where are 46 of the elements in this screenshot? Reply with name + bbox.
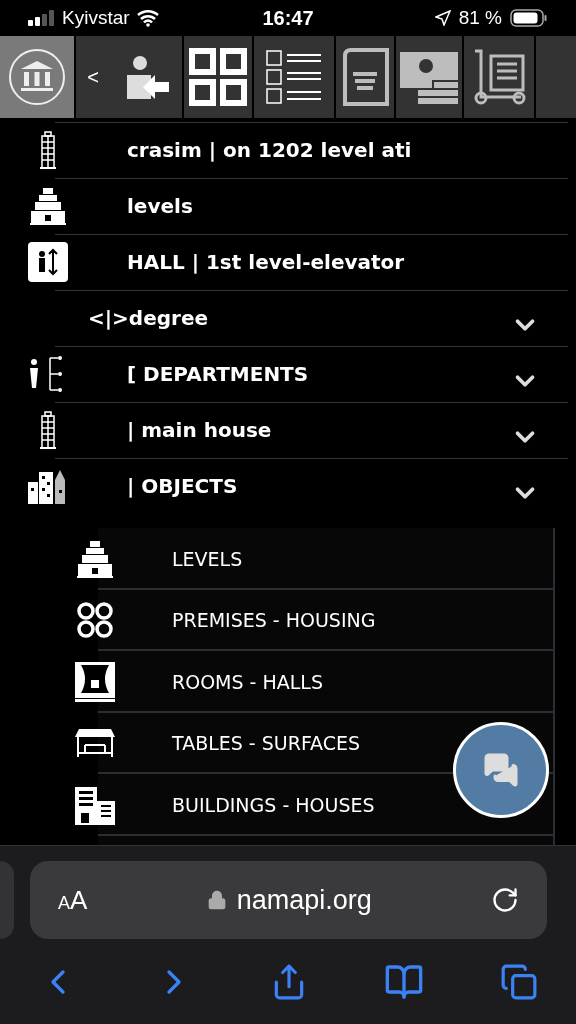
chat-bubbles-icon — [483, 752, 519, 788]
lock-icon — [206, 890, 227, 910]
four-rings-icon — [75, 600, 115, 641]
toolbar-tab[interactable] — [336, 36, 394, 118]
money-icon — [398, 50, 460, 104]
tower-icon — [39, 410, 57, 450]
book-icon — [341, 48, 389, 106]
toolbar-tab[interactable] — [184, 36, 252, 118]
tabs-icon[interactable] — [500, 962, 538, 1001]
menu-item[interactable]: | main house — [127, 418, 272, 442]
carrier-name: Kyivstar — [62, 5, 130, 30]
signal-icon — [28, 10, 56, 26]
office-buildings-icon — [75, 784, 115, 825]
elevator-icon — [28, 242, 68, 282]
toolbar-tab[interactable] — [396, 36, 462, 118]
tiered-building-icon — [75, 538, 115, 579]
url-text: namapi.org — [236, 883, 372, 917]
menu-item[interactable]: levels — [127, 194, 193, 218]
submenu-item[interactable]: TABLES - SURFACES — [172, 729, 361, 758]
stage-curtains-icon — [75, 661, 115, 702]
submenu-item[interactable]: LEVELS — [172, 544, 243, 573]
wifi-icon — [135, 9, 160, 27]
bank-icon — [7, 47, 67, 107]
location-arrow-icon — [434, 10, 451, 26]
tower-icon — [39, 130, 57, 170]
text-size-button[interactable]: AA — [58, 880, 88, 920]
grid-icon — [189, 48, 247, 106]
menu-item[interactable]: [ DEPARTMENTS — [127, 362, 309, 386]
toolbar-tab[interactable] — [254, 36, 334, 118]
menu-item[interactable]: crasim | on 1202 level ati — [127, 138, 412, 162]
menu-item[interactable]: HALL | 1st level-elevator — [127, 250, 405, 274]
toolbar-tab[interactable]: < — [76, 36, 182, 118]
reload-icon[interactable] — [491, 886, 519, 914]
menu-item[interactable]: <|>degree — [88, 306, 208, 330]
clock-time: 16:47 — [261, 6, 315, 31]
submenu-item[interactable]: ROOMS - HALLS — [172, 667, 324, 696]
address-bar[interactable]: AA namapi.org — [30, 861, 547, 939]
toolbar-tab[interactable] — [464, 36, 534, 118]
submenu-item[interactable]: PREMISES - HOUSING — [172, 606, 376, 635]
list-icon — [265, 49, 323, 105]
battery-percent: 81 % — [458, 5, 502, 30]
back-label: < — [87, 65, 99, 90]
submenu-item[interactable]: BUILDINGS - HOUSES — [172, 790, 375, 819]
battery-icon — [510, 9, 548, 27]
menu-item[interactable]: | OBJECTS — [127, 474, 238, 498]
tiered-building-icon — [28, 186, 68, 226]
